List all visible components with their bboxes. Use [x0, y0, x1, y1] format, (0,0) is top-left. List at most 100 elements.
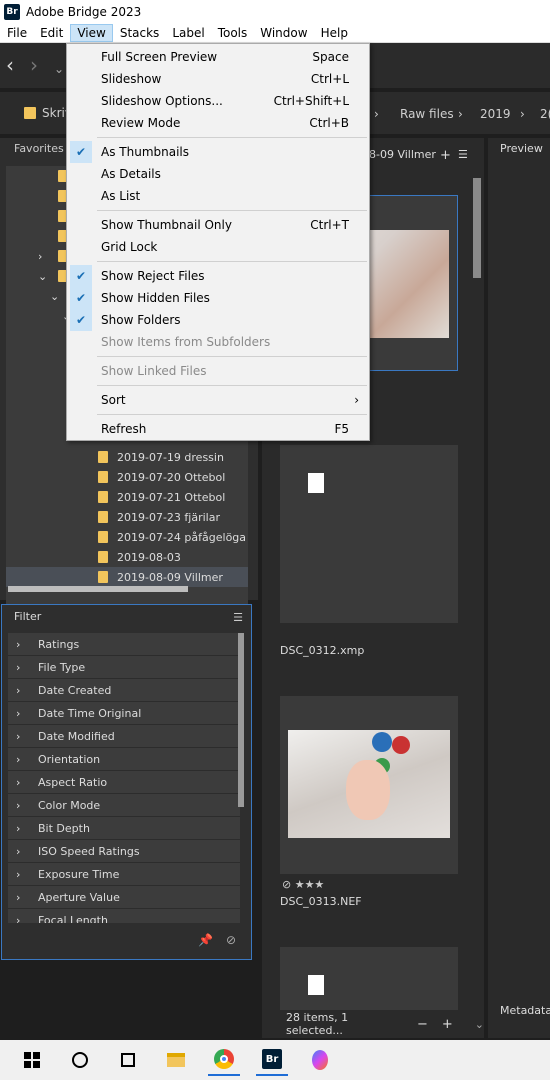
add-icon[interactable]: + — [440, 148, 451, 163]
menu-item-slideshow-options[interactable]: Slideshow Options... Ctrl+Shift+L — [67, 90, 369, 112]
chrome-icon[interactable] — [208, 1044, 240, 1076]
search-icon[interactable] — [64, 1044, 96, 1076]
menu-item-show-linked-files: Show Linked Files — [101, 364, 207, 378]
menu-edit[interactable]: Edit — [34, 24, 69, 42]
bridge-icon[interactable]: Br — [256, 1044, 288, 1076]
chevron-down-icon[interactable]: ⌄ — [475, 1018, 484, 1031]
folder-icon — [98, 451, 108, 463]
filter-item-label: Ratings — [38, 637, 80, 651]
chevron-right-icon: › — [16, 729, 21, 743]
menu-window[interactable]: Window — [254, 24, 313, 42]
thumbnail-card[interactable] — [280, 445, 458, 623]
tab-metadata[interactable]: Metadata — [500, 1004, 550, 1017]
vertical-scrollbar[interactable] — [238, 633, 244, 807]
menu-item-show-reject-files[interactable]: ✔ Show Reject Files — [67, 265, 369, 287]
zoom-out-icon[interactable]: − — [417, 1017, 428, 1032]
filter-list: › Ratings › File Type › Date Created › Date … — [8, 633, 240, 923]
filter-item[interactable]: › Exposure Time — [8, 863, 240, 886]
filter-item-label: Date Modified — [38, 729, 115, 743]
filter-item[interactable]: › Aperture Value — [8, 886, 240, 909]
menu-stacks[interactable]: Stacks — [114, 24, 165, 42]
app-title: Adobe Bridge 2023 — [26, 4, 142, 19]
tree-row[interactable]: 2019-07-20 Ottebol — [6, 467, 248, 487]
menu-item-grid-lock[interactable]: Grid Lock — [67, 236, 369, 258]
chevron-right-icon: › — [16, 821, 21, 835]
menu-item-as-thumbnails[interactable]: ✔ As Thumbnails — [67, 141, 369, 163]
menu-separator — [97, 210, 367, 211]
filter-item-label: ISO Speed Ratings — [38, 844, 140, 858]
menu-icon[interactable]: ☰ — [233, 611, 243, 624]
tree-item-label: 2019-07-20 Ottebol — [117, 470, 226, 484]
zoom-in-icon[interactable]: + — [442, 1017, 453, 1032]
menu-tools[interactable]: Tools — [212, 24, 254, 42]
windows-start-icon[interactable] — [16, 1044, 48, 1076]
tree-row[interactable]: 2019-08-03 — [6, 547, 248, 567]
chevron-right-icon: › — [16, 660, 21, 674]
menu-label[interactable]: Label — [166, 24, 210, 42]
menu-item-slideshow[interactable]: Slideshow Ctrl+L — [67, 68, 369, 90]
chevron-right-icon: › — [16, 706, 21, 720]
chevron-down-icon[interactable]: ⌄ — [54, 59, 64, 79]
menu-view[interactable]: View — [70, 23, 113, 42]
filter-item[interactable]: › Aspect Ratio — [8, 771, 240, 794]
tab-preview[interactable]: Preview — [500, 142, 543, 155]
path-segment-year[interactable]: 2019 — [480, 107, 511, 121]
star-rating-icon[interactable]: ⊘ ★★★ — [282, 878, 324, 891]
chevron-right-icon[interactable]: › — [38, 250, 42, 263]
menu-help[interactable]: Help — [315, 24, 354, 42]
menu-item-as-details[interactable]: As Details — [67, 163, 369, 185]
filter-item-label: File Type — [38, 660, 86, 674]
chevron-down-icon[interactable]: ⌄ — [38, 270, 47, 283]
filter-item[interactable]: › Date Time Original — [8, 702, 240, 725]
filter-item-label: Aspect Ratio — [38, 775, 108, 789]
tree-row[interactable]: 2019-07-21 Ottebol — [6, 487, 248, 507]
tree-row[interactable]: 2019-07-24 påfågelöga — [6, 527, 248, 547]
forward-icon[interactable]: › — [30, 55, 38, 75]
filter-item[interactable]: › Color Mode — [8, 794, 240, 817]
tree-item-label: 2019-07-24 påfågelöga — [117, 530, 247, 544]
menu-item-full-screen-preview[interactable]: Full Screen Preview Space — [67, 46, 369, 68]
thumbnail-card[interactable] — [280, 696, 458, 874]
chevron-down-icon[interactable]: ⌄ — [50, 290, 59, 303]
path-segment-raw[interactable]: Raw files — [400, 107, 454, 121]
filter-item[interactable]: › File Type — [8, 656, 240, 679]
filter-item[interactable]: › ISO Speed Ratings — [8, 840, 240, 863]
path-segment-last[interactable]: 2( — [540, 107, 550, 121]
pin-icon[interactable]: 📌 — [198, 933, 213, 947]
tab-favorites[interactable]: Favorites — [14, 142, 64, 155]
file-explorer-icon[interactable] — [160, 1044, 192, 1076]
tree-row-selected[interactable]: 2019-08-09 Villmer — [6, 567, 248, 587]
tree-row[interactable]: 2019-07-23 fjärilar — [6, 507, 248, 527]
filter-item[interactable]: › Bit Depth — [8, 817, 240, 840]
menu-item-show-thumbnail-only[interactable]: Show Thumbnail Only Ctrl+T — [67, 214, 369, 236]
menu-item-as-list[interactable]: As List — [67, 185, 369, 207]
menu-item-review-mode[interactable]: Review Mode Ctrl+B — [67, 112, 369, 134]
menu-item-show-folders[interactable]: ✔ Show Folders — [67, 309, 369, 331]
clear-filter-icon[interactable]: ⊘ — [226, 933, 236, 947]
horizontal-scrollbar[interactable] — [8, 586, 188, 592]
vertical-scrollbar[interactable] — [473, 178, 481, 278]
menu-icon[interactable]: ☰ — [458, 148, 468, 161]
taskbar: Br — [0, 1040, 550, 1080]
filter-item[interactable]: › Date Created — [8, 679, 240, 702]
filter-item[interactable]: › Ratings — [8, 633, 240, 656]
task-view-icon[interactable] — [112, 1044, 144, 1076]
thumbnail-name: DSC_0313.NEF — [280, 895, 362, 908]
thumbnail-card[interactable] — [280, 947, 458, 1013]
check-icon: ✔ — [70, 141, 92, 163]
filter-item[interactable]: › Date Modified — [8, 725, 240, 748]
paint-icon[interactable] — [304, 1044, 336, 1076]
menu-file[interactable]: File — [1, 24, 33, 42]
back-icon[interactable]: ‹ — [6, 55, 14, 75]
filter-item[interactable]: › Orientation — [8, 748, 240, 771]
filter-item[interactable]: › Focal Length — [8, 909, 240, 923]
menu-item-sort[interactable]: Sort › — [67, 389, 369, 411]
menu-item-show-hidden-files[interactable]: ✔ Show Hidden Files — [67, 287, 369, 309]
chevron-right-icon: › — [16, 913, 21, 924]
photo-thumbnail — [288, 730, 450, 838]
chevron-right-icon: › — [374, 107, 379, 121]
filter-item-label: Color Mode — [38, 798, 101, 812]
tree-row[interactable]: 2019-07-19 dressin — [6, 447, 248, 467]
menu-item-refresh[interactable]: Refresh F5 — [67, 418, 369, 440]
chevron-right-icon: › — [520, 107, 525, 121]
